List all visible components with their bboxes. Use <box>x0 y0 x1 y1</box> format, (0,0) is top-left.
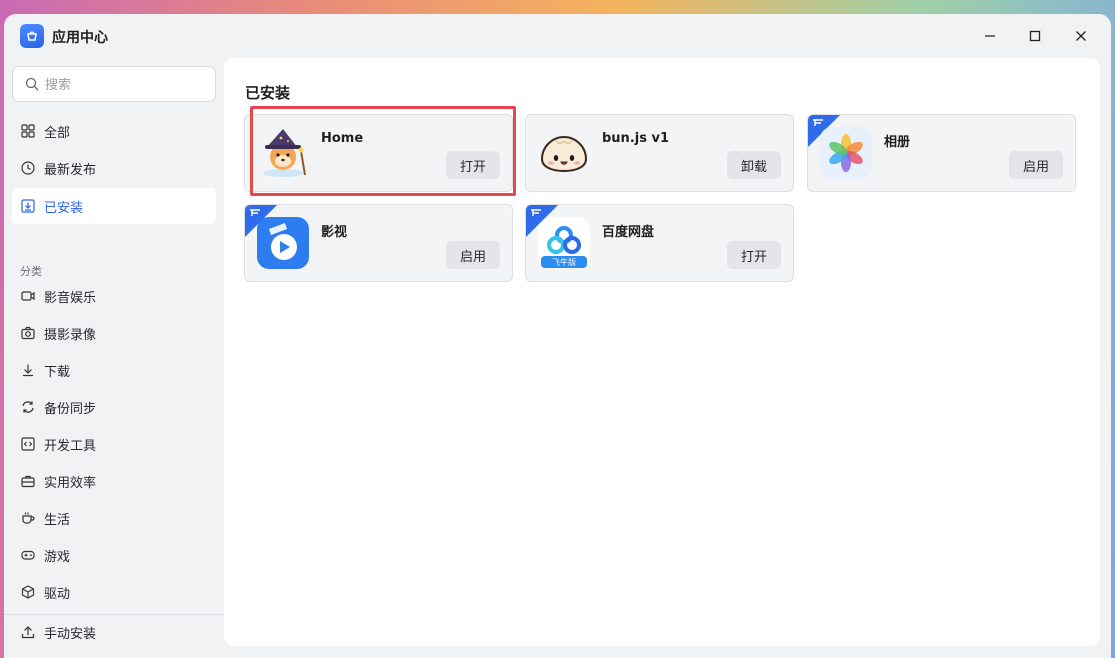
sidebar-item-label: 生活 <box>44 512 71 528</box>
minimize-icon <box>985 35 995 37</box>
cube-icon <box>20 584 36 600</box>
search-input[interactable] <box>45 75 205 95</box>
app-name: 相册 <box>884 135 911 150</box>
manual-install-button[interactable]: 手动安装 <box>12 614 216 650</box>
manual-install-label: 手动安装 <box>44 626 97 642</box>
icon-caption: 飞牛版 <box>552 258 576 267</box>
sidebar-item-label: 游戏 <box>44 549 71 565</box>
download-box-icon <box>20 198 36 214</box>
fn-badge-icon <box>531 209 541 216</box>
sidebar-item-label: 备份同步 <box>44 401 97 417</box>
enable-button[interactable]: 启用 <box>1009 151 1063 179</box>
sidebar-item-label: 驱动 <box>44 586 71 602</box>
sidebar-item-label: 全部 <box>44 125 71 141</box>
open-button[interactable]: 打开 <box>727 241 781 269</box>
fn-badge-icon <box>250 209 260 216</box>
app-store-logo-icon <box>20 24 44 48</box>
upload-icon <box>20 624 36 640</box>
app-card-video[interactable]: 影视 启用 <box>244 204 513 282</box>
download-icon <box>20 362 36 378</box>
window-title: 应用中心 <box>52 30 108 46</box>
gamepad-icon <box>20 547 36 563</box>
toolbox-icon <box>20 473 36 489</box>
sidebar-item-label: 实用效率 <box>44 475 97 491</box>
minimize-button[interactable] <box>978 24 1002 48</box>
sidebar-item-label: 已安装 <box>44 200 84 216</box>
sidebar-item-media[interactable]: 影音娱乐 <box>12 278 216 314</box>
sidebar-item-installed[interactable]: 已安装 <box>12 188 216 224</box>
app-card-bunjs[interactable]: bun.js v1 卸载 <box>525 114 794 192</box>
app-name: 影视 <box>321 225 348 240</box>
photos-icon <box>820 127 872 179</box>
search-box[interactable] <box>12 66 216 102</box>
category-heading: 分类 <box>20 265 42 278</box>
app-name: bun.js v1 <box>602 131 669 146</box>
video-icon <box>20 288 36 304</box>
app-card-home[interactable]: Home 打开 <box>244 114 513 192</box>
shiba-wizard-icon <box>257 127 309 179</box>
sidebar-item-all[interactable]: 全部 <box>12 113 216 149</box>
sidebar-item-life[interactable]: 生活 <box>12 500 216 536</box>
sidebar-item-latest[interactable]: 最新发布 <box>12 150 216 186</box>
open-button[interactable]: 打开 <box>446 151 500 179</box>
sidebar-item-devtools[interactable]: 开发工具 <box>12 426 216 462</box>
app-card-photos[interactable]: 相册 启用 <box>807 114 1076 192</box>
sidebar-item-download[interactable]: 下载 <box>12 352 216 388</box>
clock-icon <box>20 160 36 176</box>
app-window: 应用中心 全部 最新发布 已安装 分类 影音娱乐 <box>4 14 1111 658</box>
app-name: 百度网盘 <box>602 225 655 240</box>
uninstall-button[interactable]: 卸载 <box>727 151 781 179</box>
sidebar-item-label: 下载 <box>44 364 71 380</box>
camera-icon <box>20 325 36 341</box>
title-bar: 应用中心 <box>4 14 1111 58</box>
sidebar-item-games[interactable]: 游戏 <box>12 537 216 573</box>
maximize-button[interactable] <box>1023 24 1047 48</box>
sync-icon <box>20 399 36 415</box>
search-icon <box>25 77 39 91</box>
enable-button[interactable]: 启用 <box>446 241 500 269</box>
sidebar-item-label: 摄影录像 <box>44 327 97 343</box>
main-panel: 已安装 Home 打开 bun.js v1 卸载 相册 启用 影视 启用 飞牛版… <box>224 58 1100 646</box>
cup-icon <box>20 510 36 526</box>
bun-icon <box>538 127 590 179</box>
code-icon <box>20 436 36 452</box>
sidebar-item-productivity[interactable]: 实用效率 <box>12 463 216 499</box>
sidebar-item-label: 影音娱乐 <box>44 290 97 306</box>
close-icon <box>1076 31 1086 41</box>
page-title: 已安装 <box>245 84 291 102</box>
app-name: Home <box>321 131 364 146</box>
sidebar-item-photography[interactable]: 摄影录像 <box>12 315 216 351</box>
sidebar-item-label: 开发工具 <box>44 438 97 454</box>
close-button[interactable] <box>1069 24 1093 48</box>
sidebar-item-drivers[interactable]: 驱动 <box>12 574 216 610</box>
sidebar: 全部 最新发布 已安装 分类 影音娱乐 摄影录像 下载 备份同步 <box>4 58 224 658</box>
sidebar-item-label: 最新发布 <box>44 162 97 178</box>
app-card-baidu-netdisk[interactable]: 飞牛版 百度网盘 打开 <box>525 204 794 282</box>
maximize-icon <box>1029 30 1041 42</box>
sidebar-item-backup[interactable]: 备份同步 <box>12 389 216 425</box>
grid-icon <box>20 123 36 139</box>
